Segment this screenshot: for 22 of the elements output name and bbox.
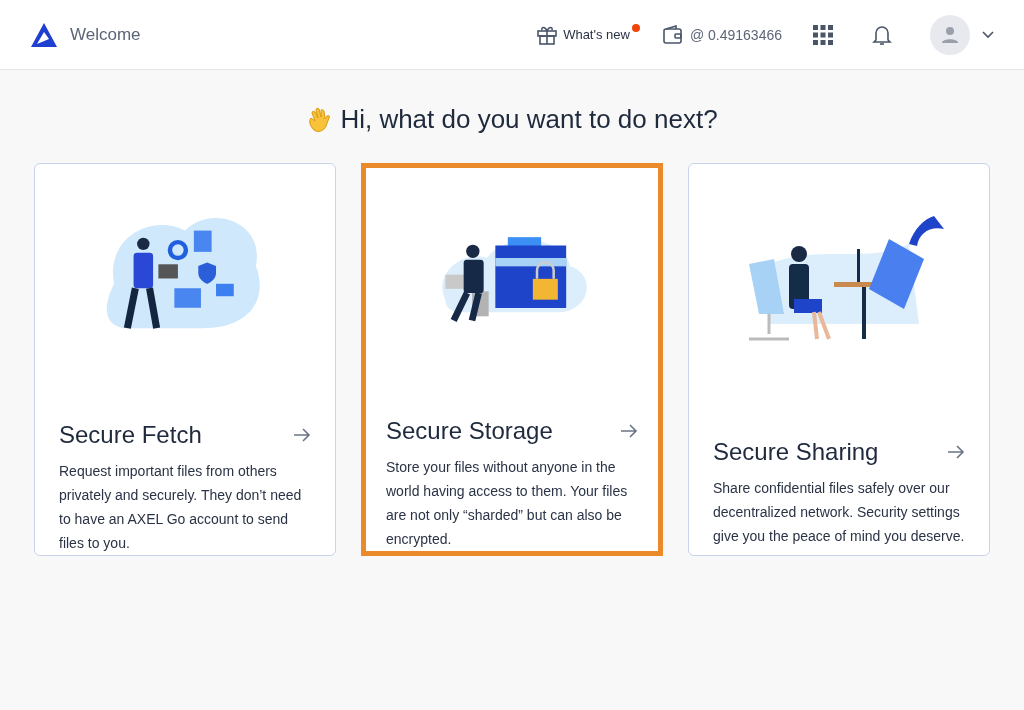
card-description: Request important files from others privately and securely. They don’t need to have an AXEL Go account to send files to you. (59, 462, 303, 553)
apps-grid-icon[interactable] (812, 23, 834, 46)
user-avatar[interactable] (930, 14, 970, 55)
service-card[interactable]: Secure Sharing Share confidential files safely over our decentralized network. Security settings give you the peace of mind you deserve. (688, 163, 990, 556)
notification-bell-icon[interactable] (872, 23, 892, 46)
card-title: Secure Fetch (59, 421, 202, 449)
service-card[interactable]: Secure Fetch Request important files from others privately and securely. They don’t need to have an AXEL Go account to send files to you. (34, 163, 336, 556)
service-card[interactable]: Secure Storage Store your files without anyone in the world having access to them. Your files are not only “sharded” but can also be encrypted. (361, 163, 663, 556)
page-title: Welcome (70, 24, 141, 45)
arrow-right-icon[interactable] (620, 424, 638, 438)
card-description: Store your files without anyone in the world having access to them. Your files are not only “sharded” but can also be encrypted. (386, 458, 629, 549)
heading-text: Hi, what do you want to do next? (340, 104, 718, 135)
arrow-right-icon[interactable] (293, 428, 311, 442)
balance-text: @ 0.49163466 (689, 26, 782, 43)
card-title: Secure Storage (386, 417, 553, 445)
card-title: Secure Sharing (713, 438, 879, 466)
chevron-down-icon[interactable] (982, 30, 994, 39)
card-description: Share confidential files safely over our decentralized network. Security settings give you the peace of mind you deserve. (713, 479, 965, 546)
wallet-icon (661, 24, 684, 45)
arrow-right-icon[interactable] (947, 445, 965, 459)
logo-icon[interactable] (31, 22, 57, 47)
whats-new-button[interactable]: What's new (536, 23, 630, 46)
